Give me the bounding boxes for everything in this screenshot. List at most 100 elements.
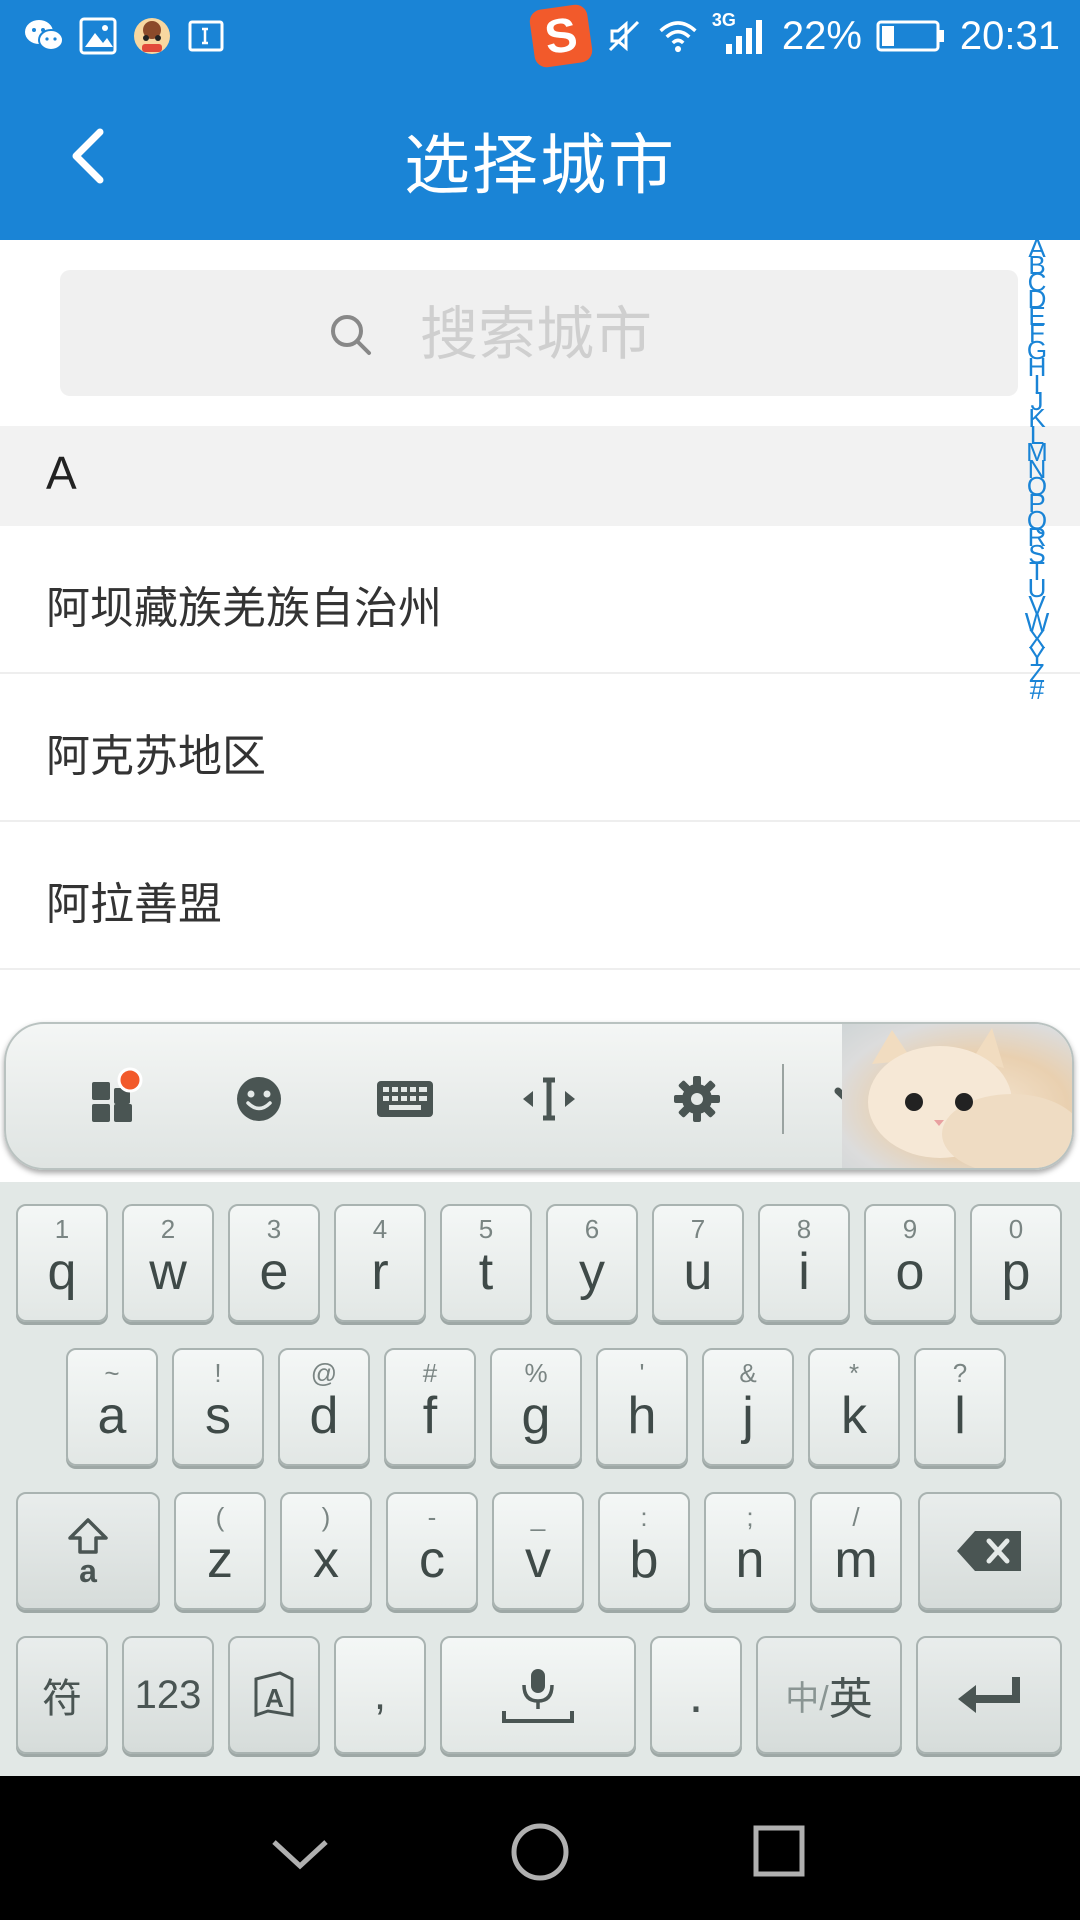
apps-button[interactable] (78, 1064, 148, 1134)
lang-zh-label: 中/ (785, 1679, 829, 1718)
app-bar: 选择城市 (0, 72, 1080, 240)
letter-key[interactable]: / m (810, 1492, 902, 1610)
key-letter: n (735, 1531, 765, 1589)
language-toggle-key[interactable]: 中/英 (756, 1636, 902, 1754)
letter-key[interactable]: & j (702, 1348, 794, 1466)
settings-button[interactable] (662, 1064, 732, 1134)
nav-recents-button[interactable] (740, 1812, 820, 1892)
key-letter: q (47, 1243, 77, 1301)
search-section (0, 240, 1080, 426)
key-hint: 5 (478, 1214, 494, 1244)
keyboard-switch-button[interactable] (370, 1064, 440, 1134)
key-hint: * (848, 1358, 860, 1388)
key-hint: _ (530, 1502, 546, 1532)
key-hint: ~ (104, 1358, 120, 1388)
letter-key[interactable]: 4r (334, 1204, 426, 1322)
letter-key[interactable]: 1q (16, 1204, 108, 1322)
key-hint: 8 (796, 1214, 812, 1244)
enter-key[interactable] (916, 1636, 1062, 1754)
search-box[interactable] (60, 270, 1018, 396)
section-header: A (0, 426, 1080, 526)
period-key[interactable]: . (650, 1636, 742, 1754)
letter-key[interactable]: 2w (122, 1204, 214, 1322)
gallery-icon (78, 16, 118, 56)
emoji-button[interactable] (224, 1064, 294, 1134)
comma-key[interactable]: , (334, 1636, 426, 1754)
cursor-button[interactable] (514, 1064, 584, 1134)
font-a-icon: A (254, 1671, 294, 1718)
letter-key[interactable]: -c (386, 1492, 478, 1610)
list-item[interactable]: 阿拉善盟 (0, 822, 1080, 970)
letter-key[interactable]: 7u (652, 1204, 744, 1322)
key-letter: p (1001, 1243, 1031, 1301)
nav-back-button[interactable] (260, 1812, 340, 1892)
key-letter: d (309, 1387, 339, 1445)
city-name: 阿拉善盟 (46, 879, 222, 930)
key-hint: ( (215, 1502, 225, 1532)
letter-key[interactable]: :b (598, 1492, 690, 1610)
status-bar: S 3G 22% 20:31 (0, 0, 1080, 72)
list-item[interactable]: 阿坝藏族羌族自治州 (0, 526, 1080, 674)
letter-key[interactable]: ! s (172, 1348, 264, 1466)
key-hint: 0 (1008, 1214, 1024, 1244)
letter-key[interactable]: 6y (546, 1204, 638, 1322)
battery-icon (876, 16, 946, 56)
mute-icon (604, 16, 644, 56)
numbers-key[interactable]: 123 (122, 1636, 214, 1754)
city-name: 阿坝藏族羌族自治州 (46, 583, 442, 634)
key-hint: : (640, 1502, 648, 1532)
letter-key[interactable]: ' h (596, 1348, 688, 1466)
key-letter: l (954, 1387, 966, 1445)
key-hint: 7 (690, 1214, 706, 1244)
letter-key[interactable]: # f (384, 1348, 476, 1466)
letter-key[interactable]: 0p (970, 1204, 1062, 1322)
lang-en-label: 英 (828, 1675, 873, 1724)
letter-key[interactable]: (z (174, 1492, 266, 1610)
city-name: 阿克苏地区 (46, 731, 266, 782)
key-letter: c (419, 1531, 445, 1589)
key-hint: @ (310, 1358, 338, 1388)
cat-skin-image (842, 1024, 1072, 1168)
key-letter: u (683, 1243, 713, 1301)
svg-text:A: A (265, 1683, 284, 1713)
backspace-key[interactable] (918, 1492, 1062, 1610)
wifi-icon (658, 16, 698, 56)
key-hint: & (739, 1358, 757, 1388)
letter-key[interactable]: ~ a (66, 1348, 158, 1466)
symbol-key[interactable]: 符 (16, 1636, 108, 1754)
key-hint: % (524, 1358, 548, 1388)
key-letter: s (205, 1387, 231, 1445)
letter-key[interactable]: 3e (228, 1204, 320, 1322)
letter-key[interactable]: ? l (914, 1348, 1006, 1466)
letter-key[interactable]: ; n (704, 1492, 796, 1610)
key-letter: o (895, 1243, 925, 1301)
key-hint: 6 (584, 1214, 600, 1244)
language-pack-key[interactable]: A (228, 1636, 320, 1754)
letter-key[interactable]: 9o (864, 1204, 956, 1322)
key-hint: ' (639, 1358, 645, 1388)
key-hint: 4 (372, 1214, 388, 1244)
letter-key[interactable]: 5t (440, 1204, 532, 1322)
letter-key[interactable]: 8i (758, 1204, 850, 1322)
key-hint: ! (214, 1358, 222, 1388)
letter-key[interactable]: ) x (280, 1492, 372, 1610)
space-voice-key[interactable] (440, 1636, 636, 1754)
navigation-bar (0, 1776, 1080, 1920)
shift-arrow-icon (68, 1518, 108, 1554)
network-type: 3G (711, 10, 736, 30)
alphabet-index-bar[interactable]: A B C D E F G H I J K L M N O P Q R S T U V W X Y Z # (1022, 240, 1052, 700)
letter-key[interactable]: % g (490, 1348, 582, 1466)
letter-key[interactable]: @ d (278, 1348, 370, 1466)
letter-key[interactable]: _ v (492, 1492, 584, 1610)
clock: 20:31 (959, 13, 1060, 58)
key-letter: b (629, 1531, 659, 1589)
shift-key[interactable]: a (16, 1492, 160, 1610)
backspace-icon (957, 1531, 1021, 1571)
letter-key[interactable]: * k (808, 1348, 900, 1466)
index-letter[interactable]: # (1030, 677, 1044, 700)
list-item[interactable]: 阿克苏地区 (0, 674, 1080, 822)
input-method-icon (186, 16, 226, 56)
key-letter: i (798, 1243, 810, 1301)
nav-home-button[interactable] (500, 1812, 580, 1892)
search-input[interactable] (418, 294, 922, 374)
